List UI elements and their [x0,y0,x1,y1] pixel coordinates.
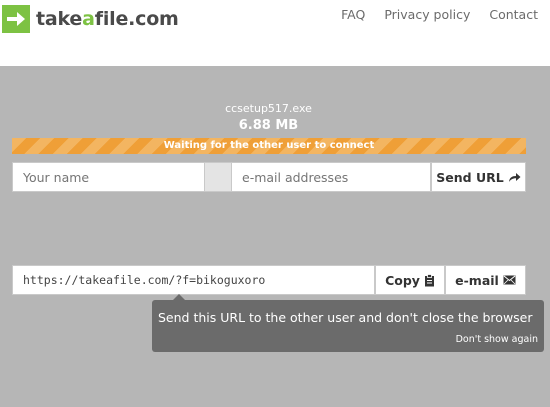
link-row: https://takeafile.com/?f=bikoguxoro Copy… [12,265,526,295]
tooltip-message: Send this URL to the other user and don'… [158,310,533,325]
logo-text: takeafile.com [36,8,179,30]
transfer-status: Waiting for the other user to connect [163,140,375,151]
envelope-icon [503,275,516,285]
email-url-button[interactable]: e-mail [445,265,526,295]
name-input[interactable] [12,162,205,192]
email-addresses-input[interactable] [231,162,431,192]
field-separator [205,162,231,192]
top-nav: FAQ Privacy policy Contact [341,7,538,22]
site-header: takeafile.com FAQ Privacy policy Contact [0,0,550,40]
logo-text-accent: a [82,8,95,30]
nav-link-contact[interactable]: Contact [489,7,538,22]
copy-url-button[interactable]: Copy [375,265,445,295]
send-url-label: Send URL [436,169,504,185]
dont-show-again-link[interactable]: Don't show again [456,334,538,345]
share-arrow-icon [508,172,521,183]
send-url-button[interactable]: Send URL [431,162,526,192]
file-size: 6.88 MB [238,118,299,133]
share-url-field[interactable]: https://takeafile.com/?f=bikoguxoro [12,265,375,295]
file-name: ccsetup517.exe [225,102,312,115]
logo-text-end: file.com [94,8,179,30]
site-logo[interactable]: takeafile.com [2,5,179,33]
transfer-progress-bar: Waiting for the other user to connect [12,138,526,154]
arrow-right-icon [2,5,30,33]
share-form: Send URL [12,162,526,192]
logo-text-start: take [36,8,83,30]
copy-label: Copy [385,272,420,288]
nav-link-faq[interactable]: FAQ [341,7,365,22]
email-label: e-mail [455,272,499,288]
tooltip-arrow [173,294,185,300]
nav-link-privacy-policy[interactable]: Privacy policy [384,7,470,22]
clipboard-icon [424,273,435,287]
share-url-tooltip: Send this URL to the other user and don'… [152,294,544,352]
